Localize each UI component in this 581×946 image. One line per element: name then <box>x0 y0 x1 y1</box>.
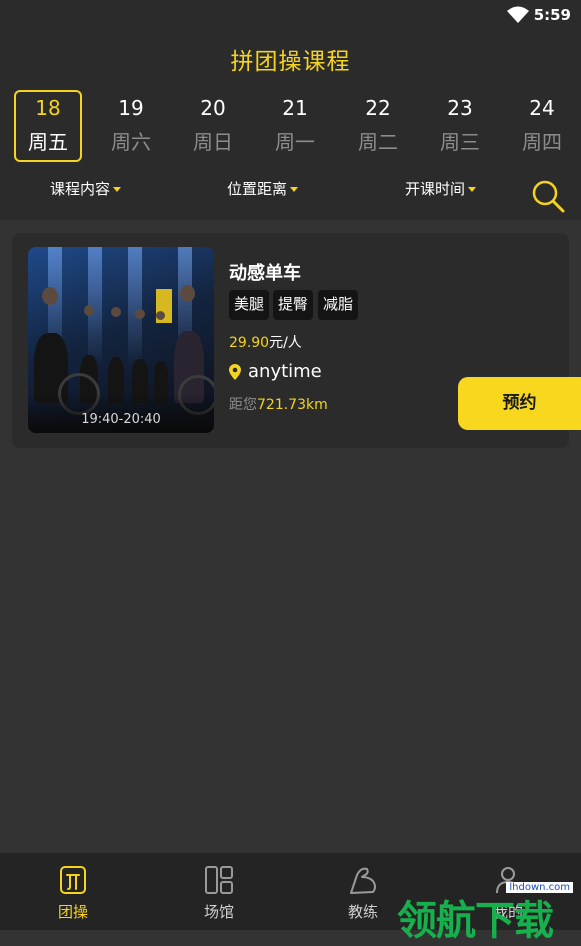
tab-venue[interactable]: 场馆 <box>174 865 264 922</box>
course-tag: 美腿 <box>229 290 270 320</box>
tab-label: 团操 <box>57 903 88 921</box>
location-pin-icon <box>229 364 241 380</box>
day-weekday: 周一 <box>275 130 315 154</box>
day-number: 21 <box>282 96 308 120</box>
filter-start-time[interactable]: 开课时间 <box>405 178 477 199</box>
day-item-18[interactable]: 18 周五 <box>14 90 82 162</box>
search-icon[interactable] <box>530 178 566 214</box>
course-thumbnail: 19:40-20:40 <box>28 247 214 433</box>
tab-coach[interactable]: 教练 <box>318 865 408 922</box>
course-name: 动感单车 <box>229 263 301 284</box>
day-number: 20 <box>200 96 226 120</box>
day-number: 22 <box>365 96 391 120</box>
wifi-icon <box>507 6 529 23</box>
day-weekday: 周日 <box>193 130 233 154</box>
page-title: 拼团操课程 <box>230 49 351 75</box>
course-tag: 提臀 <box>273 290 314 320</box>
caret-down-icon <box>113 187 122 192</box>
group-class-icon <box>60 866 86 894</box>
book-button[interactable]: 预约 <box>458 377 581 430</box>
status-time: 5:59 <box>533 6 571 24</box>
price-value: 29.90 <box>229 335 270 351</box>
watermark: lhdown.com 领航下载 <box>397 860 577 944</box>
day-weekday: 周六 <box>111 130 151 154</box>
caret-down-icon <box>290 187 299 192</box>
filter-label: 开课时间 <box>405 180 466 198</box>
filter-label: 课程内容 <box>50 180 111 198</box>
price-unit: 元/人 <box>269 335 302 351</box>
distance-value: 721.73km <box>257 397 328 413</box>
filter-distance[interactable]: 位置距离 <box>227 178 299 199</box>
day-number: 18 <box>35 96 61 120</box>
day-item-21[interactable]: 21 周一 <box>261 90 329 162</box>
venue-icon <box>205 866 233 894</box>
distance-prefix: 距您 <box>229 397 257 413</box>
coach-icon <box>350 867 376 894</box>
tab-group-class[interactable]: 团操 <box>28 865 118 922</box>
day-item-20[interactable]: 20 周日 <box>179 90 247 162</box>
caret-down-icon <box>468 187 477 192</box>
day-item-22[interactable]: 22 周二 <box>344 90 412 162</box>
distance-info: 距您721.73km <box>229 394 328 414</box>
day-number: 24 <box>529 96 555 120</box>
time-slot-label: 19:40-20:40 <box>81 412 161 427</box>
day-weekday: 周三 <box>440 130 480 154</box>
tab-label: 场馆 <box>203 903 234 921</box>
day-item-23[interactable]: 23 周三 <box>426 90 494 162</box>
filter-course-content[interactable]: 课程内容 <box>50 178 122 199</box>
venue-name: anytime <box>248 361 322 382</box>
tab-label: 教练 <box>347 903 378 921</box>
day-weekday: 周五 <box>28 130 68 154</box>
status-bar: 5:59 <box>0 0 581 32</box>
course-price: 29.90元/人 <box>229 332 302 352</box>
course-tag: 减脂 <box>318 290 359 320</box>
day-weekday: 周四 <box>522 130 562 154</box>
watermark-text: 领航下载 <box>397 898 554 944</box>
day-item-19[interactable]: 19 周六 <box>97 90 165 162</box>
day-weekday: 周二 <box>358 130 398 154</box>
day-item-24[interactable]: 24 周四 <box>508 90 576 162</box>
day-number: 19 <box>118 96 144 120</box>
filter-label: 位置距离 <box>227 180 288 198</box>
day-number: 23 <box>447 96 473 120</box>
